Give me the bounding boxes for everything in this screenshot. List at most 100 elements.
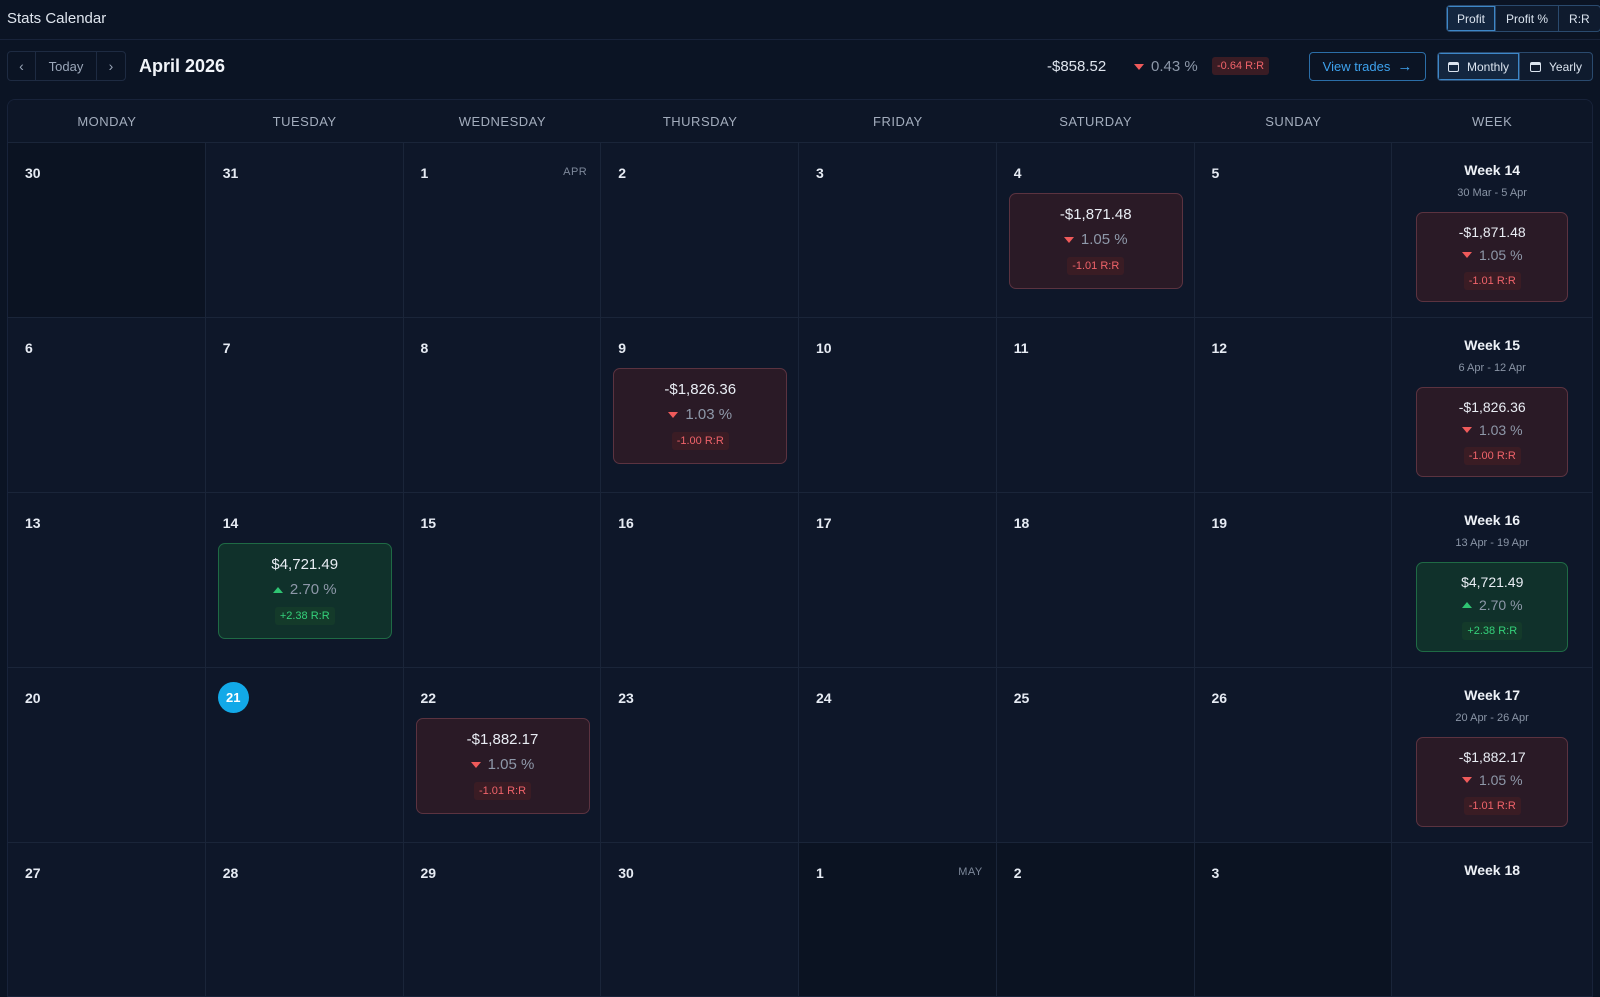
next-month-button[interactable]: › — [97, 52, 125, 80]
day-number: 30 — [25, 165, 41, 181]
calendar-day-cell[interactable]: 20 — [8, 668, 206, 842]
calendar-day-cell[interactable]: 6 — [8, 318, 206, 492]
calendar-day-cell[interactable]: 10 — [799, 318, 997, 492]
calendar-day-cell[interactable]: 23 — [601, 668, 799, 842]
trade-rr: -1.00 R:R — [671, 431, 729, 450]
app-title: Stats Calendar — [7, 10, 107, 27]
calendar-day-cell[interactable]: 1 MAY — [799, 843, 997, 996]
trade-profit: -$1,871.48 — [1059, 206, 1132, 223]
trade-rr-badge: +2.38 R:R — [1462, 622, 1523, 640]
day-number: 4 — [1013, 165, 1022, 181]
calendar-day-cell[interactable]: 3 — [799, 143, 997, 317]
trade-summary-card[interactable]: -$1,826.36 1.03 % -1.00 R:R — [1416, 387, 1569, 477]
calendar-day-cell[interactable]: 7 — [205, 318, 404, 492]
calendar-day-cell[interactable]: 26 — [1194, 668, 1393, 842]
yearly-button[interactable]: Yearly — [1520, 53, 1592, 80]
trade-rr: +2.38 R:R — [274, 606, 335, 625]
calendar-day-cell[interactable]: 27 — [8, 843, 206, 996]
day-number: 16 — [618, 515, 634, 531]
trade-rr-badge: -1.00 R:R — [671, 432, 729, 450]
down-triangle-icon — [1461, 427, 1472, 433]
trade-pct: 2.70 % — [272, 581, 337, 598]
week-title: Week 15 — [1464, 337, 1521, 353]
week-summary-cell[interactable]: Week 15 6 Apr - 12 Apr -$1,826.36 1.03 % … — [1392, 318, 1592, 492]
week-title: Week 18 — [1464, 862, 1521, 878]
date-nav: ‹ Today › — [7, 51, 126, 81]
trade-summary-card[interactable]: $4,721.49 2.70 % +2.38 R:R — [1416, 562, 1569, 652]
trade-summary-card[interactable]: $4,721.49 2.70 % +2.38 R:R — [217, 543, 392, 639]
calendar-day-cell[interactable]: 21 — [205, 668, 404, 842]
week-summary-cell[interactable]: Week 14 30 Mar - 5 Apr -$1,871.48 1.05 % … — [1392, 143, 1592, 317]
view-trades-button[interactable]: View trades → — [1309, 52, 1426, 81]
trade-summary-card[interactable]: -$1,871.48 1.05 % -1.01 R:R — [1008, 193, 1183, 289]
calendar-day-cell[interactable]: 17 — [799, 493, 997, 667]
trade-pct: 1.05 % — [1063, 231, 1128, 248]
trade-profit: -$1,882.17 — [466, 731, 539, 748]
calendar-day-cell[interactable]: 14 $4,721.49 2.70 % +2.38 R:R — [205, 493, 404, 667]
day-number: 2 — [1013, 865, 1022, 881]
metric-rr-button[interactable]: R:R — [1559, 6, 1600, 31]
trade-rr-badge: -1.01 R:R — [1463, 797, 1521, 815]
calendar-day-cell[interactable]: 9 -$1,826.36 1.03 % -1.00 R:R — [601, 318, 799, 492]
day-number: 17 — [816, 515, 832, 531]
calendar-day-cell[interactable]: 2 — [601, 143, 799, 317]
week-summary-cell[interactable]: Week 17 20 Apr - 26 Apr -$1,882.17 1.05 %… — [1392, 668, 1592, 842]
calendar-day-cell[interactable]: 25 — [996, 668, 1195, 842]
calendar-day-cell[interactable]: 18 — [996, 493, 1195, 667]
trade-summary-card[interactable]: -$1,882.17 1.05 % -1.01 R:R — [415, 718, 590, 814]
calendar-day-cell[interactable]: 19 — [1194, 493, 1393, 667]
day-number: 15 — [420, 515, 437, 531]
calendar-day-cell[interactable]: 28 — [205, 843, 404, 996]
calendar-day-cell[interactable]: 11 — [996, 318, 1195, 492]
up-triangle-icon — [1461, 602, 1472, 608]
month-title: April 2026 — [139, 56, 226, 76]
week-summary-cell[interactable]: Week 16 13 Apr - 19 Apr $4,721.49 2.70 % … — [1392, 493, 1592, 667]
prev-month-button[interactable]: ‹ — [8, 52, 36, 80]
today-button[interactable]: Today — [36, 52, 97, 80]
trade-summary-card[interactable]: -$1,871.48 1.05 % -1.01 R:R — [1416, 212, 1569, 302]
day-number: 6 — [25, 340, 33, 356]
day-number: 3 — [816, 165, 824, 181]
week-title: Week 17 — [1464, 687, 1521, 703]
calendar-day-cell[interactable]: 30 — [8, 143, 206, 317]
metric-toggle: Profit Profit % R:R — [1446, 5, 1600, 32]
trade-pct: 1.05 % — [470, 756, 534, 773]
trade-profit: -$1,882.17 — [1458, 749, 1526, 765]
calendar-day-cell[interactable]: 16 — [601, 493, 799, 667]
trade-rr: +2.38 R:R — [1462, 621, 1523, 640]
trade-pct-value: 2.70 % — [289, 581, 337, 598]
calendar-day-cell[interactable]: 13 — [8, 493, 206, 667]
calendar-day-cell[interactable]: 29 — [403, 843, 602, 996]
calendar-day-cell[interactable]: 12 — [1194, 318, 1393, 492]
trade-pct-value: 1.05 % — [1478, 247, 1523, 263]
calendar-day-cell[interactable]: 3 — [1194, 843, 1393, 996]
day-number: 27 — [25, 865, 41, 881]
calendar-day-cell[interactable]: 1 APR — [403, 143, 602, 317]
calendar-day-cell[interactable]: 24 — [799, 668, 997, 842]
top-bar: Stats Calendar Profit Profit % R:R — [0, 0, 1600, 40]
day-number: 20 — [25, 690, 41, 706]
day-number: 5 — [1211, 165, 1220, 181]
calendar-day-cell[interactable]: 31 — [205, 143, 404, 317]
month-pct-value: 0.43 % — [1151, 58, 1198, 75]
calendar-day-cell[interactable]: 30 — [601, 843, 799, 996]
header-tuesday: TUESDAY — [272, 113, 337, 129]
metric-profit-pct-button[interactable]: Profit % — [1496, 6, 1560, 31]
calendar-icon — [1448, 61, 1459, 72]
calendar-day-cell[interactable]: 8 — [403, 318, 602, 492]
calendar-day-cell[interactable]: 2 — [996, 843, 1195, 996]
calendar-day-cell[interactable]: 22 -$1,882.17 1.05 % -1.01 R:R — [403, 668, 602, 842]
trade-summary-card[interactable]: -$1,882.17 1.05 % -1.01 R:R — [1416, 737, 1569, 827]
calendar-week-row: 30 31 1 APR 2 3 4 -$1,871.48 1.05 % -1.01 R:R … — [8, 143, 1592, 318]
calendar-day-cell[interactable]: 4 -$1,871.48 1.05 % -1.01 R:R — [996, 143, 1195, 317]
monthly-label: Monthly — [1467, 59, 1510, 74]
metric-profit-button[interactable]: Profit — [1447, 6, 1497, 31]
calendar-day-cell[interactable]: 5 — [1194, 143, 1393, 317]
week-summary-cell[interactable]: Week 1827 Apr - 3 May — [1392, 843, 1592, 996]
trade-summary-card[interactable]: -$1,826.36 1.03 % -1.00 R:R — [613, 368, 788, 464]
week-range: 13 Apr - 19 Apr — [1455, 537, 1529, 549]
monthly-button[interactable]: Monthly — [1438, 53, 1521, 80]
calendar-day-cell[interactable]: 15 — [403, 493, 602, 667]
header-saturday: SATURDAY — [1059, 113, 1133, 129]
calendar-week-row: 13 14 $4,721.49 2.70 % +2.38 R:R 15 16 17 18… — [8, 493, 1592, 668]
